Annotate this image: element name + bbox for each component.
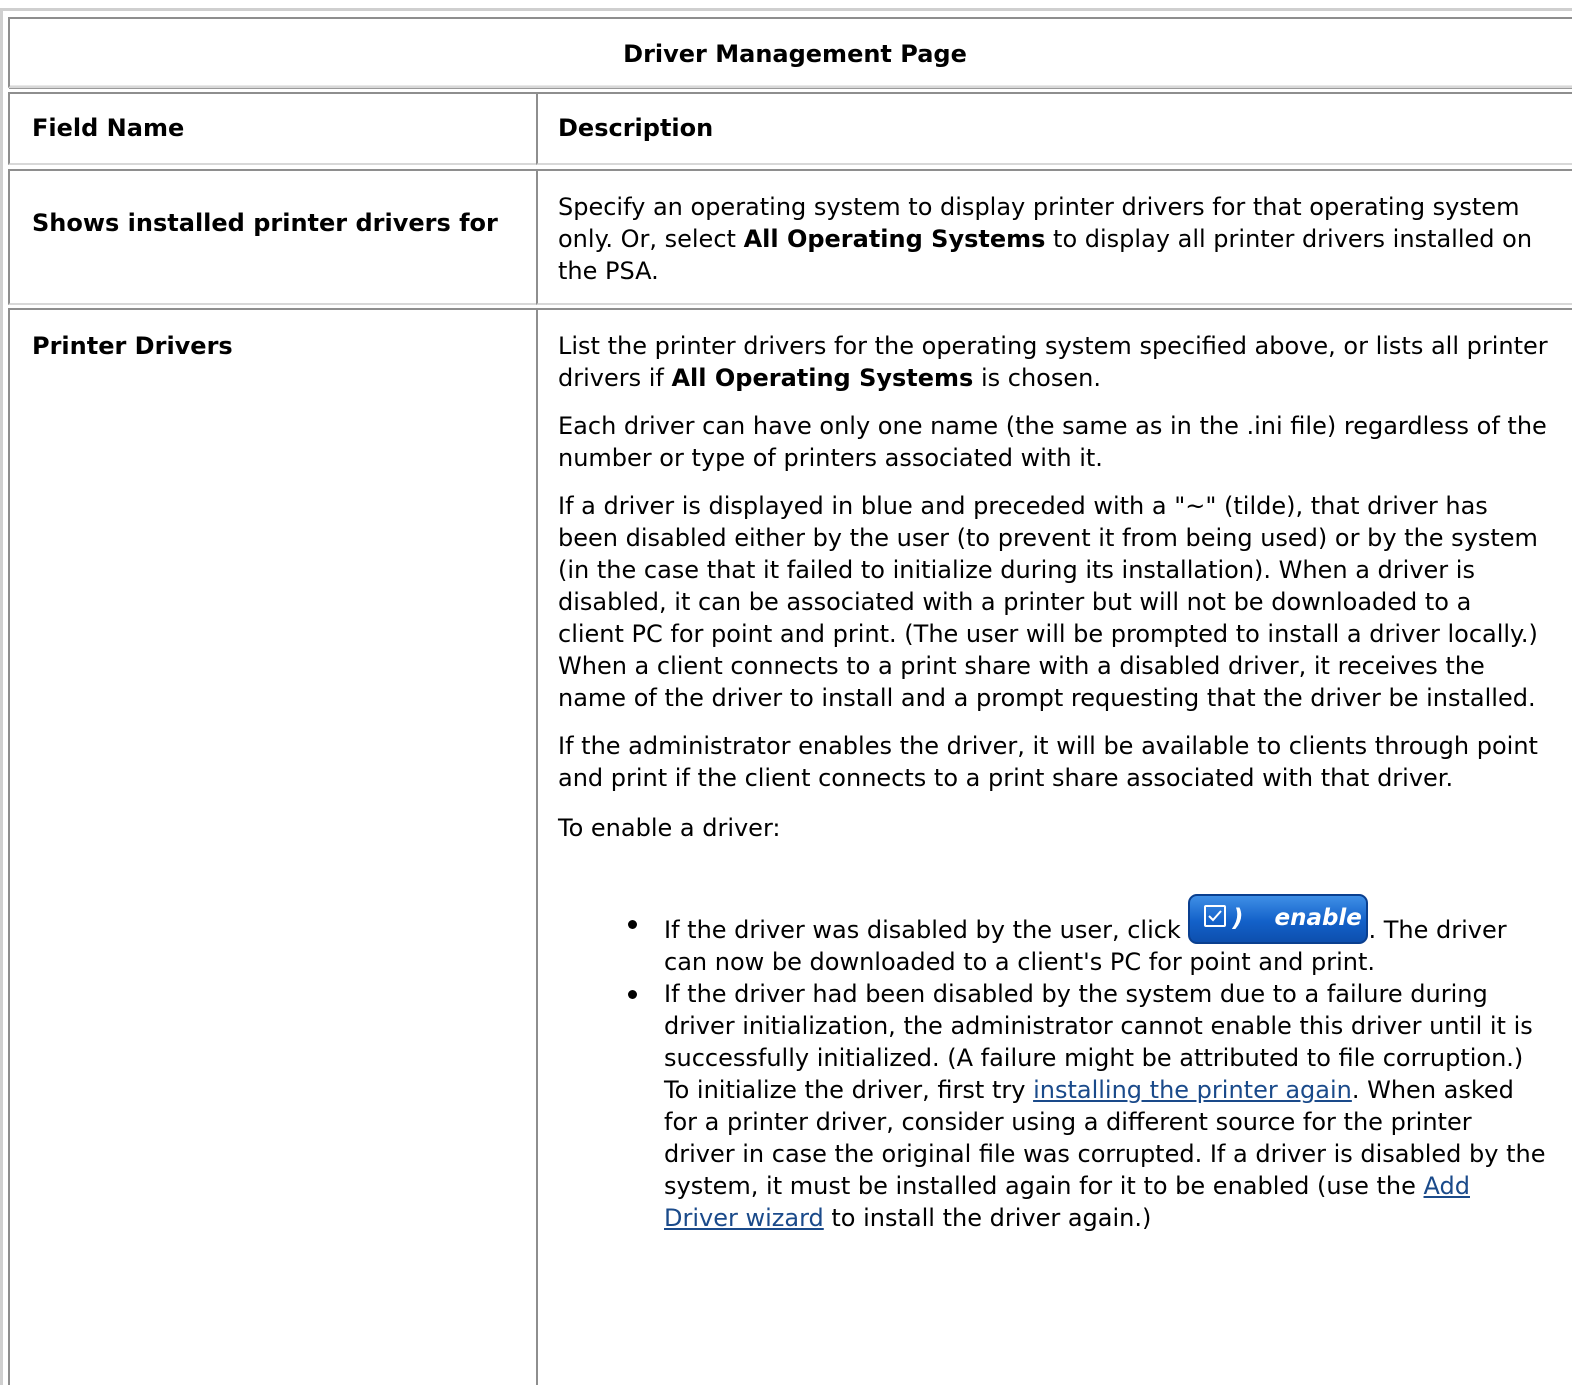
header-field-name: Field Name — [32, 114, 185, 142]
enable-button-label: enable — [1274, 905, 1362, 931]
header-field-cell: Field Name — [8, 92, 538, 165]
header-description: Description — [558, 114, 714, 142]
row-drivers-field: Printer Drivers — [32, 332, 233, 360]
row-shows-field: Shows installed printer drivers for — [32, 209, 498, 237]
row-drivers-field-cell: Printer Drivers — [8, 308, 538, 1385]
row-drivers-description: List the printer drivers for the operati… — [558, 330, 1558, 1234]
header-description-cell: Description — [536, 92, 1572, 165]
shows-desc-bold: All Operating Systems — [743, 225, 1046, 253]
row-drivers-description-cell: List the printer drivers for the operati… — [536, 308, 1572, 1385]
row-shows-field-cell: Shows installed printer drivers for — [8, 169, 538, 305]
paren-glyph: ) — [1232, 904, 1244, 932]
drivers-paragraph-2: Each driver can have only one name (the … — [558, 412, 1547, 472]
drivers-paragraph-5: To enable a driver: — [558, 814, 781, 842]
row-shows-description-cell: Specify an operating system to display p… — [536, 169, 1572, 305]
enable-button[interactable]: ) enable — [1188, 894, 1369, 944]
drivers-paragraph-4: If the administrator enables the driver,… — [558, 732, 1538, 792]
list-item: If the driver had been disabled by the s… — [628, 978, 1549, 1234]
list-item: If the driver was disabled by the user, … — [628, 894, 1549, 978]
table-title-cell: Driver Management Page — [8, 17, 1572, 88]
drivers-paragraph-1: List the printer drivers for the operati… — [558, 330, 1558, 394]
checkbox-icon — [1204, 905, 1227, 927]
enable-steps-list: If the driver was disabled by the user, … — [628, 894, 1549, 1234]
install-printer-again-link[interactable]: installing the printer again — [1033, 1076, 1352, 1104]
row-shows-description: Specify an operating system to display p… — [558, 191, 1558, 287]
page-title: Driver Management Page — [623, 40, 967, 68]
p1-after: is chosen. — [973, 364, 1101, 392]
drivers-paragraph-3: If a driver is displayed in blue and pre… — [558, 492, 1538, 712]
bullet-dot — [628, 990, 637, 999]
bullet2-part3: to install the driver again.) — [823, 1204, 1152, 1232]
bullet1-before: If the driver was disabled by the user, … — [664, 916, 1189, 944]
p1-bold: All Operating Systems — [671, 364, 974, 392]
bullet-dot — [628, 920, 637, 929]
